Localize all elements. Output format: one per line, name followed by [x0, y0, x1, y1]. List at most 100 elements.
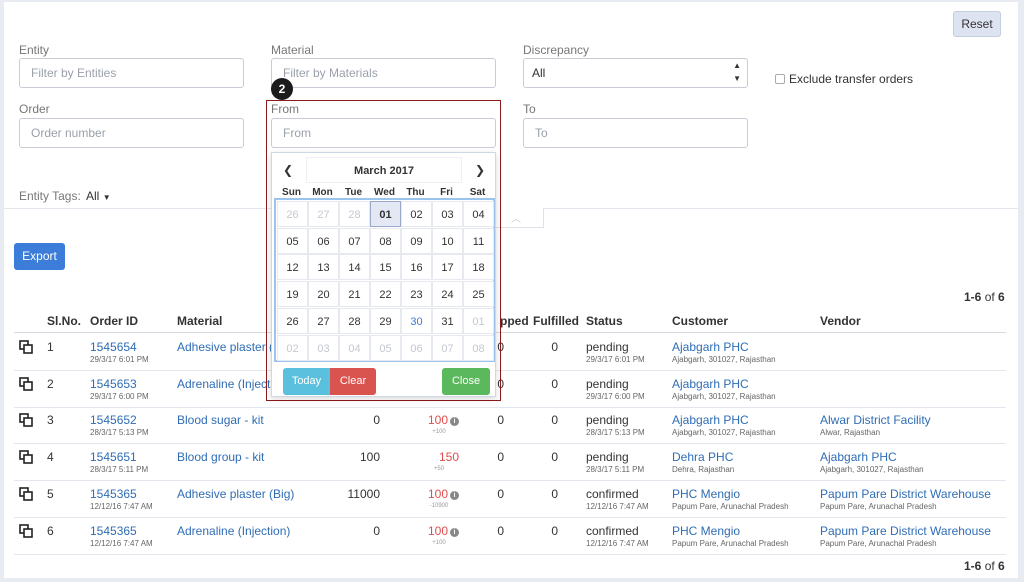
exclude-transfer-checkbox[interactable]	[775, 74, 785, 84]
copy-order-icon[interactable]	[19, 377, 33, 394]
row-divider	[14, 443, 1006, 444]
calendar-day[interactable]: 27	[308, 201, 339, 227]
calendar-day[interactable]: 28	[339, 201, 370, 227]
vendor-address: Ajabgarh, 301027, Rajasthan	[820, 465, 924, 474]
calendar-day[interactable]: 22	[370, 281, 401, 308]
order-id-link[interactable]: 1545365	[90, 487, 137, 501]
chevron-up-icon: ︿	[511, 214, 521, 225]
calendar-day[interactable]: 16	[401, 254, 432, 281]
calendar-day[interactable]: 21	[339, 281, 370, 308]
calendar-day[interactable]: 08	[463, 334, 494, 361]
calendar-day[interactable]: 04	[463, 201, 494, 227]
month-switch[interactable]: March 2017	[306, 157, 462, 183]
ordered-qty: 100	[359, 450, 380, 464]
copy-order-icon[interactable]	[19, 413, 33, 430]
to-date-input[interactable]: To	[523, 118, 748, 148]
order-id-link[interactable]: 1545365	[90, 524, 137, 538]
calendar-day[interactable]: 05	[370, 334, 401, 361]
today-button[interactable]: Today	[283, 368, 330, 395]
calendar-day[interactable]: 17	[432, 254, 463, 281]
calendar-day[interactable]: 06	[401, 334, 432, 361]
calendar-day[interactable]: 24	[432, 281, 463, 308]
calendar-day[interactable]: 09	[401, 227, 432, 254]
calendar-day[interactable]: 07	[339, 227, 370, 254]
discrepancy-select[interactable]: All ▲ ▼	[523, 58, 748, 88]
date-picker-popup: ❮ March 2017 ❯ Sun Mon Tue Wed Thu Fri Sat 26 2…	[271, 152, 496, 397]
calendar-day[interactable]: 30	[401, 307, 432, 334]
calendar-day[interactable]: 02	[277, 334, 308, 361]
calendar-day[interactable]: 12	[277, 254, 308, 281]
calendar-day[interactable]: 26	[277, 201, 308, 227]
calendar-day[interactable]: 01	[370, 201, 401, 227]
customer-link[interactable]: Ajabgarh PHC	[672, 340, 749, 354]
next-month-button[interactable]: ❯	[468, 157, 492, 183]
calendar-day[interactable]: 26	[277, 307, 308, 334]
entity-filter-input[interactable]: Filter by Entities	[19, 58, 244, 88]
allocated-qty: 150	[419, 450, 459, 464]
customer-link[interactable]: Ajabgarh PHC	[672, 377, 749, 391]
info-icon[interactable]: i	[450, 417, 459, 426]
copy-order-icon[interactable]	[19, 340, 33, 357]
order-id-link[interactable]: 1545653	[90, 377, 137, 391]
customer-link[interactable]: PHC Mengio	[672, 524, 740, 538]
calendar-day[interactable]: 02	[401, 201, 432, 227]
calendar-day[interactable]: 11	[463, 227, 494, 254]
reset-button[interactable]: Reset	[953, 11, 1001, 37]
material-filter-input[interactable]: Filter by Materials	[271, 58, 496, 88]
customer-link[interactable]: Dehra PHC	[672, 450, 733, 464]
calendar-day[interactable]: 06	[308, 227, 339, 254]
calendar-day[interactable]: 13	[308, 254, 339, 281]
material-link[interactable]: Adhesive plaster (Big)	[177, 487, 294, 501]
calendar-day[interactable]: 10	[432, 227, 463, 254]
ordered-qty: 0	[373, 413, 380, 427]
copy-order-icon[interactable]	[19, 450, 33, 467]
close-button[interactable]: Close	[442, 368, 490, 395]
calendar-day[interactable]: 07	[432, 334, 463, 361]
info-icon[interactable]: i	[450, 528, 459, 537]
to-label: To	[523, 102, 536, 116]
calendar-day[interactable]: 14	[339, 254, 370, 281]
customer-link[interactable]: Ajabgarh PHC	[672, 413, 749, 427]
order-number-input[interactable]: Order number	[19, 118, 244, 148]
calendar-day[interactable]: 23	[401, 281, 432, 308]
prev-month-button[interactable]: ❮	[276, 157, 300, 183]
calendar-day[interactable]: 08	[370, 227, 401, 254]
entity-tags-dropdown[interactable]: All ▼	[86, 189, 111, 203]
calendar-day[interactable]: 05	[277, 227, 308, 254]
calendar-day[interactable]: 27	[308, 307, 339, 334]
vendor-link[interactable]: Papum Pare District Warehouse	[820, 524, 991, 538]
calendar-day[interactable]: 31	[432, 307, 463, 334]
clear-button[interactable]: Clear	[330, 368, 376, 395]
info-icon[interactable]: i	[450, 491, 459, 500]
material-link[interactable]: Adrenaline (Injectio	[177, 377, 280, 391]
order-id-link[interactable]: 1545652	[90, 413, 137, 427]
calendar-day[interactable]: 28	[339, 307, 370, 334]
calendar-day[interactable]: 19	[277, 281, 308, 308]
order-id-link[interactable]: 1545654	[90, 340, 137, 354]
ordered-qty: 0	[373, 524, 380, 538]
vendor-address: Papum Pare, Arunachal Pradesh	[820, 539, 937, 548]
calendar-day[interactable]: 25	[463, 281, 494, 308]
vendor-link[interactable]: Ajabgarh PHC	[820, 450, 897, 464]
vendor-link[interactable]: Papum Pare District Warehouse	[820, 487, 991, 501]
copy-order-icon[interactable]	[19, 487, 33, 504]
order-id-link[interactable]: 1545651	[90, 450, 137, 464]
calendar-day[interactable]: 18	[463, 254, 494, 281]
calendar-day[interactable]: 15	[370, 254, 401, 281]
customer-link[interactable]: PHC Mengio	[672, 487, 740, 501]
material-link[interactable]: Adrenaline (Injection)	[177, 524, 290, 538]
export-button[interactable]: Export	[14, 243, 65, 270]
vendor-link[interactable]: Alwar District Facility	[820, 413, 931, 427]
calendar-day[interactable]: 01	[463, 307, 494, 334]
exclude-transfer-label: Exclude transfer orders	[789, 72, 914, 86]
discrepancy-value: All	[532, 66, 546, 80]
calendar-day[interactable]: 29	[370, 307, 401, 334]
calendar-day[interactable]: 03	[432, 201, 463, 227]
calendar-day[interactable]: 03	[308, 334, 339, 361]
customer-address: Papum Pare, Arunachal Pradesh	[672, 502, 789, 511]
copy-order-icon[interactable]	[19, 524, 33, 541]
material-link[interactable]: Blood group - kit	[177, 450, 264, 464]
calendar-day[interactable]: 20	[308, 281, 339, 308]
calendar-day[interactable]: 04	[339, 334, 370, 361]
material-link[interactable]: Blood sugar - kit	[177, 413, 264, 427]
